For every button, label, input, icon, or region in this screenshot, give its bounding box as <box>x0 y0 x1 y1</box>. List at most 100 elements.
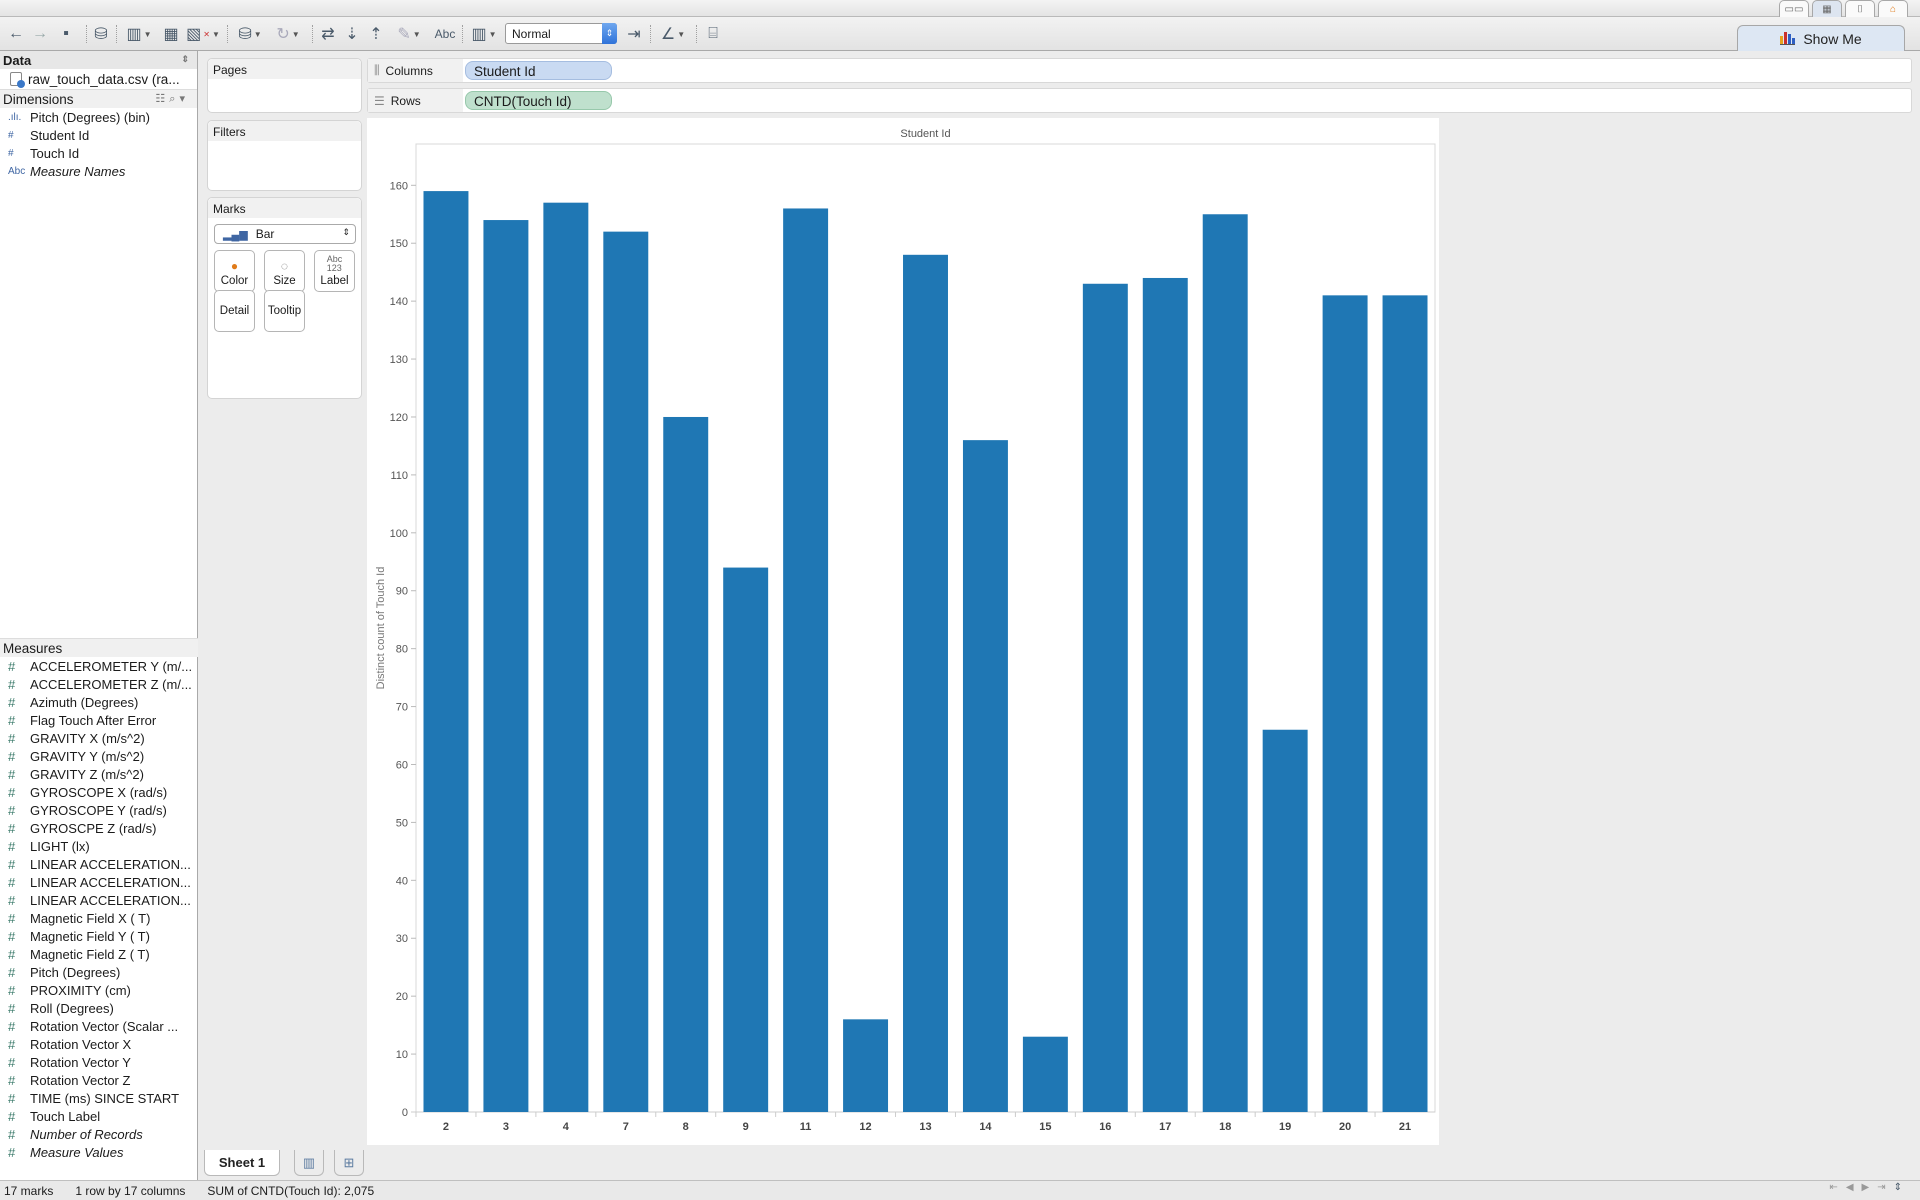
chart-title: Student Id <box>900 128 950 140</box>
measure-field[interactable]: # Roll (Degrees) <box>0 999 198 1017</box>
search-icon[interactable]: ⌕ <box>169 93 179 105</box>
hash-icon: # <box>8 147 14 159</box>
back-icon[interactable]: ← <box>6 23 26 45</box>
presentation-icon[interactable]: ⌸ <box>702 23 724 45</box>
measure-field[interactable]: # Rotation Vector (Scalar ... <box>0 1017 198 1035</box>
new-worksheet-icon[interactable]: ▥ ▼ <box>122 23 156 45</box>
measure-field[interactable]: # Touch Label <box>0 1107 198 1125</box>
collapse-icon[interactable]: ⇕ <box>181 54 189 65</box>
x-tick-label: 14 <box>979 1121 992 1133</box>
measure-field[interactable]: # GYROSCPE Z (rad/s) <box>0 819 198 837</box>
columns-shelf-label: ⫼ Columns <box>368 59 463 82</box>
pause-updates-icon[interactable]: ⛁ ▼ <box>234 23 266 45</box>
measure-field[interactable]: # Flag Touch After Error <box>0 711 198 729</box>
columns-shelf[interactable]: ⫼ Columns Student Id <box>367 58 1912 83</box>
measure-field[interactable]: # GRAVITY Y (m/s^2) <box>0 747 198 765</box>
field-label: Rotation Vector X <box>30 1036 132 1052</box>
refresh-icon[interactable]: ↻ ▼ <box>272 23 304 45</box>
clear-sheet-icon[interactable]: ▧ ✕ ▼ <box>186 23 220 45</box>
dimension-field[interactable]: # Touch Id <box>0 144 197 162</box>
measure-field[interactable]: # GRAVITY Z (m/s^2) <box>0 765 198 783</box>
show-labels-button[interactable]: Abc <box>432 23 458 45</box>
new-datasource-icon[interactable]: ⛁ <box>92 23 110 45</box>
save-icon[interactable]: ▪ <box>56 23 76 45</box>
datasource-item[interactable]: raw_touch_data.csv (ra... <box>0 69 197 89</box>
measure-field[interactable]: # Measure Values <box>0 1143 198 1161</box>
bar-19 <box>1262 729 1308 1112</box>
measure-field[interactable]: # PROXIMITY (cm) <box>0 981 198 999</box>
measure-field[interactable]: # LINEAR ACCELERATION... <box>0 891 198 909</box>
measure-field[interactable]: # Rotation Vector Z <box>0 1071 198 1089</box>
sort-ascending-icon[interactable]: ⇣ <box>342 23 362 45</box>
mark-button-label: Tooltip <box>267 305 302 317</box>
separator <box>650 25 651 43</box>
view-list-icon[interactable]: ☷ <box>155 93 169 105</box>
filters-title: Filters <box>208 121 361 141</box>
hash-icon: # <box>8 892 16 908</box>
new-dashboard-tab-icon[interactable]: ⊞ <box>334 1150 364 1176</box>
field-label: ACCELEROMETER Z (m/... <box>30 676 192 692</box>
field-label: Student Id <box>30 127 90 143</box>
measure-field[interactable]: # Magnetic Field Z ( T) <box>0 945 198 963</box>
field-label: ACCELEROMETER Y (m/... <box>30 658 193 674</box>
measure-field[interactable]: # GYROSCOPE X (rad/s) <box>0 783 198 801</box>
measure-field[interactable]: # Magnetic Field X ( T) <box>0 909 198 927</box>
highlight-icon[interactable]: ✎ ▼ <box>392 23 426 45</box>
chevron-down-icon[interactable]: ▾ <box>179 93 189 105</box>
measure-field[interactable]: # Pitch (Degrees) <box>0 963 198 981</box>
show-me-icon <box>1780 32 1796 45</box>
measure-field[interactable]: # Azimuth (Degrees) <box>0 693 198 711</box>
tooltip-button[interactable]: Tooltip <box>264 290 305 332</box>
measure-field[interactable]: # ACCELEROMETER Z (m/... <box>0 675 198 693</box>
dashboard-view-tab[interactable]: ▦ <box>1812 0 1842 17</box>
measure-field[interactable]: # Rotation Vector X <box>0 1035 198 1053</box>
dimension-field[interactable]: # Student Id <box>0 126 197 144</box>
label-button[interactable]: Abc 123 Label <box>314 250 355 292</box>
show-me-button[interactable]: Show Me <box>1737 25 1905 51</box>
filters-card[interactable]: Filters <box>207 120 362 191</box>
measure-field[interactable]: # GRAVITY X (m/s^2) <box>0 729 198 747</box>
measure-field[interactable]: # ACCELEROMETER Y (m/... <box>0 657 198 675</box>
pages-card[interactable]: Pages <box>207 58 362 113</box>
marks-card: Marks ▂▄▆ Bar ⇕ ● Color ◌ Size Abc 123 Label D… <box>207 197 362 399</box>
measure-field[interactable]: # Number of Records <box>0 1125 198 1143</box>
measure-field[interactable]: # LIGHT (lx) <box>0 837 198 855</box>
measure-field[interactable]: # LINEAR ACCELERATION... <box>0 855 198 873</box>
rows-shelf[interactable]: ☰ Rows CNTD(Touch Id) <box>367 88 1912 113</box>
fix-axes-icon[interactable]: ⇥ <box>624 23 644 45</box>
columns-pill[interactable]: Student Id <box>465 61 612 80</box>
measure-field[interactable]: # Magnetic Field Y ( T) <box>0 927 198 945</box>
sheet-tab-active[interactable]: Sheet 1 <box>204 1150 280 1176</box>
datasource-tab[interactable]: ⌷ <box>1845 0 1875 17</box>
detail-button[interactable]: Detail <box>214 290 255 332</box>
measure-field[interactable]: # LINEAR ACCELERATION... <box>0 873 198 891</box>
separator <box>312 25 313 43</box>
forward-icon[interactable]: → <box>30 23 50 45</box>
fit-mode-select[interactable]: Normal ⇕ <box>505 23 617 44</box>
swap-icon[interactable]: ⇄ <box>318 23 338 45</box>
field-label: Azimuth (Degrees) <box>30 694 139 710</box>
sheet-navigation[interactable]: ⇤◀▶⇥⇕ <box>1829 1182 1910 1193</box>
hash-icon: # <box>8 658 16 674</box>
new-worksheet-tab-icon[interactable]: ▥ <box>294 1150 324 1176</box>
worksheet-view-tab[interactable]: ▭▭ <box>1779 0 1809 17</box>
mark-type-select[interactable]: ▂▄▆ Bar ⇕ <box>214 224 356 244</box>
field-label: LINEAR ACCELERATION... <box>30 856 191 872</box>
bar-17 <box>1142 277 1188 1113</box>
measure-field[interactable]: # GYROSCOPE Y (rad/s) <box>0 801 198 819</box>
sort-descending-icon[interactable]: ⇡ <box>366 23 386 45</box>
measure-field[interactable]: # TIME (ms) SINCE START <box>0 1089 198 1107</box>
dimension-field[interactable]: .ılı. Pitch (Degrees) (bin) <box>0 108 197 126</box>
size-button[interactable]: ◌ Size <box>264 250 305 292</box>
size-icon: ◌ <box>280 259 289 273</box>
next-sheet-icon: ▶ <box>1861 1182 1878 1193</box>
dimension-field[interactable]: Abc Measure Names <box>0 162 197 180</box>
fit-icon[interactable]: ▥ ▼ <box>468 23 500 45</box>
home-tab[interactable]: ⌂ <box>1878 0 1908 17</box>
x-tick-label: 12 <box>859 1121 871 1133</box>
rows-pill[interactable]: CNTD(Touch Id) <box>465 91 612 110</box>
pen-icon[interactable]: ∠ ▼ <box>656 23 690 45</box>
color-button[interactable]: ● Color <box>214 250 255 292</box>
duplicate-sheet-icon[interactable]: ▦ <box>160 23 182 45</box>
measure-field[interactable]: # Rotation Vector Y <box>0 1053 198 1071</box>
